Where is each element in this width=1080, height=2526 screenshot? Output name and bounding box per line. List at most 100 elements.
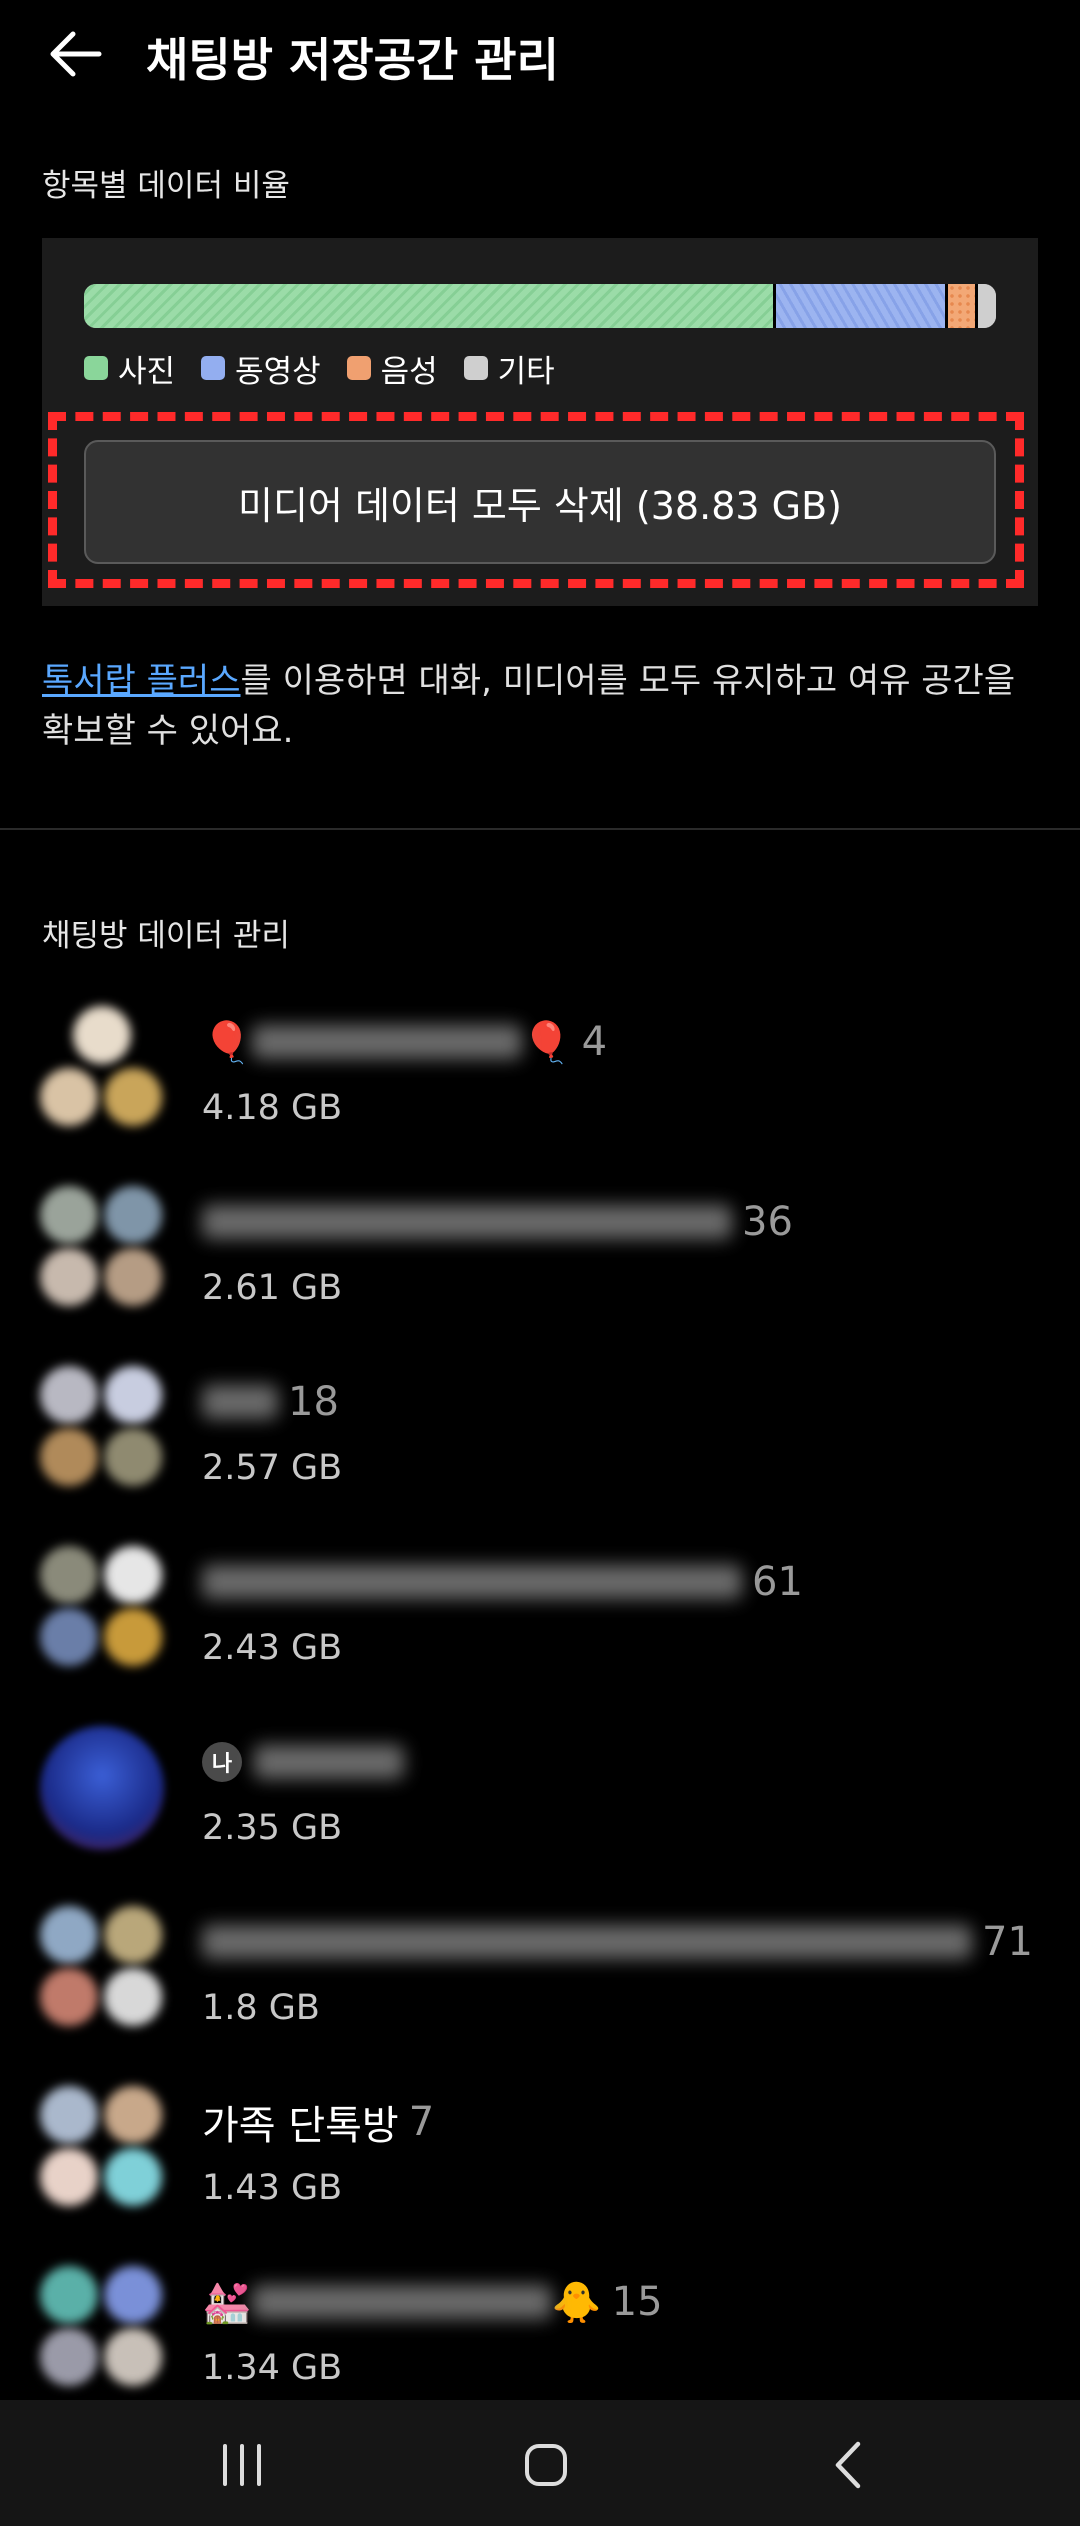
page-title: 채팅방 저장공간 관리: [146, 33, 559, 87]
member-avatar: [40, 2086, 98, 2144]
chat-room-name: 💒 🐥 15: [202, 2272, 663, 2332]
member-avatar: [40, 1608, 98, 1666]
chat-room-name: 나: [202, 1732, 404, 1792]
video-swatch-icon: [201, 356, 226, 380]
chat-room-row[interactable]: 36 2.61 GB: [0, 1182, 1080, 1362]
chat-room-size: 1.8 GB: [202, 1988, 320, 2028]
member-avatar: [104, 1428, 162, 1486]
member-avatar: [40, 1186, 98, 1244]
member-avatar: [104, 1366, 162, 1424]
chat-section-label: 채팅방 데이터 관리: [42, 918, 290, 954]
member-count: 15: [611, 2279, 663, 2325]
system-back-button[interactable]: [788, 2430, 908, 2500]
chat-room-name: 18: [202, 1372, 339, 1432]
photo-swatch-icon: [84, 356, 108, 380]
arrow-left-icon: [50, 31, 102, 77]
ratio-section-label: 항목별 데이터 비율: [42, 168, 290, 204]
recent-apps-button[interactable]: [182, 2430, 302, 2500]
member-avatar: [104, 1248, 162, 1306]
audio-swatch-icon: [346, 356, 371, 380]
chat-room-row[interactable]: 가족 단톡방 7 1.43 GB: [0, 2082, 1080, 2262]
member-avatar: [40, 1546, 98, 1604]
member-count: 61: [752, 1559, 803, 1605]
chat-room-avatar: [40, 2086, 164, 2210]
member-avatar: [40, 1366, 98, 1424]
room-title: 가족 단톡방: [202, 2103, 399, 2149]
my-chat-badge: 나: [202, 1742, 242, 1782]
chat-room-size: 4.18 GB: [202, 1088, 343, 1128]
member-avatar: [40, 2328, 98, 2386]
member-avatar: [73, 1006, 131, 1064]
bar-segment-photo: [84, 284, 773, 328]
chat-room-name: 가족 단톡방 7: [202, 2092, 434, 2152]
legend-audio: 음성: [346, 346, 438, 391]
home-button[interactable]: [486, 2430, 606, 2500]
back-button[interactable]: [40, 22, 110, 86]
member-avatar: [104, 1546, 162, 1604]
member-avatar: [104, 1906, 162, 1964]
chat-room-avatar: [40, 1906, 164, 2030]
chat-room-row[interactable]: 나 2.35 GB: [0, 1722, 1080, 1902]
chat-room-row[interactable]: 🎈 🎈 4 4.18 GB: [0, 1002, 1080, 1182]
chat-room-avatar: [40, 1366, 164, 1490]
chat-room-size: 2.35 GB: [202, 1808, 343, 1848]
chick-icon: 🐥: [551, 2279, 602, 2326]
chat-room-size: 2.57 GB: [202, 1448, 343, 1488]
blurred-room-name: [251, 2285, 552, 2319]
chat-room-name: 🎈 🎈 4: [202, 1012, 607, 1072]
highlight-annotation: [48, 412, 1024, 588]
blurred-room-name: [254, 1745, 404, 1779]
member-avatar: [40, 1906, 98, 1964]
legend-label: 동영상: [235, 353, 321, 390]
member-avatar: [40, 2148, 98, 2206]
legend-video: 동영상: [201, 346, 321, 391]
member-avatar: [104, 1968, 162, 2026]
chat-room-size: 1.43 GB: [202, 2168, 343, 2208]
member-count: 71: [982, 1919, 1033, 1965]
chat-room-avatar: [40, 1006, 164, 1130]
promo-text: 톡서랍 플러스를 이용하면 대화, 미디어를 모두 유지하고 여유 공간을 확보…: [42, 656, 1042, 756]
member-avatar: [40, 1968, 98, 2026]
bar-segment-etc: [975, 284, 996, 328]
member-avatar: [104, 2328, 162, 2386]
legend-label: 음성: [380, 353, 438, 390]
system-nav-bar: [0, 2400, 1080, 2526]
legend-label: 기타: [497, 353, 555, 390]
member-count: 4: [581, 1019, 608, 1065]
chat-room-row[interactable]: 18 2.57 GB: [0, 1362, 1080, 1542]
chat-room-avatar: [40, 1546, 164, 1670]
section-divider: [0, 828, 1080, 830]
member-avatar: [104, 2266, 162, 2324]
chat-room-size: 1.34 GB: [202, 2348, 343, 2388]
chat-room-size: 2.61 GB: [202, 1268, 343, 1308]
app-header: 채팅방 저장공간 관리: [0, 0, 1080, 110]
member-count: 7: [408, 2099, 435, 2145]
chat-room-name: 36: [202, 1192, 793, 1252]
balloon-icon: 🎈: [202, 1019, 252, 1066]
chat-room-avatar: [40, 1726, 164, 1850]
bar-segment-video: [773, 284, 945, 328]
chat-room-row[interactable]: 71 1.8 GB: [0, 1902, 1080, 2082]
legend-photo: 사진: [84, 346, 175, 391]
chat-room-size: 2.43 GB: [202, 1628, 343, 1668]
member-avatar: [104, 2148, 162, 2206]
storage-ratio-bar: [84, 284, 996, 328]
chat-room-row[interactable]: 61 2.43 GB: [0, 1542, 1080, 1722]
member-avatar: [104, 1186, 162, 1244]
chat-room-name: 61: [202, 1552, 803, 1612]
etc-swatch-icon: [463, 356, 488, 380]
bar-segment-audio: [945, 284, 975, 328]
chat-room-avatar: [40, 1186, 164, 1310]
legend-etc: 기타: [463, 346, 555, 391]
blurred-room-name: [202, 1565, 742, 1599]
blurred-room-name: [251, 1025, 522, 1059]
blurred-room-name: [202, 1925, 972, 1959]
talk-drawer-plus-link[interactable]: 톡서랍 플러스: [42, 661, 241, 701]
ratio-legend: 사진 동영상 음성 기타: [84, 346, 581, 390]
ratio-card: 사진 동영상 음성 기타 미디어 데이터 모두 삭제 (38.83 GB): [42, 238, 1038, 606]
balloon-icon: 🎈: [521, 1019, 572, 1066]
blurred-room-name: [202, 1205, 732, 1239]
recent-apps-icon: [223, 2444, 261, 2486]
member-count: 36: [742, 1199, 793, 1245]
back-icon: [835, 2441, 861, 2489]
